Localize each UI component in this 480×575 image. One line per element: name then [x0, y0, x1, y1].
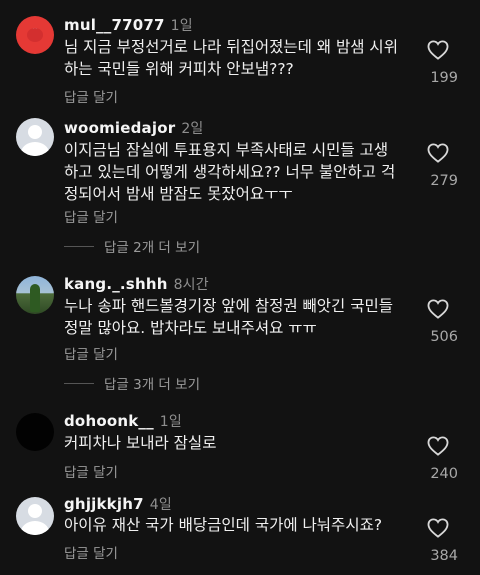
- username-text[interactable]: kang._.shhh: [64, 275, 168, 293]
- comment-text: 님 지금 부정선거로 나라 뒤집어졌는데 왜 밤샘 시위 하는 국민들 위해 커…: [64, 38, 398, 78]
- reply-button[interactable]: 답글 달기: [64, 86, 118, 106]
- comment-username[interactable]: dohoonk__ 1일: [64, 411, 182, 431]
- username-text[interactable]: mul__77077: [64, 16, 165, 34]
- reply-button[interactable]: 답글 달기: [64, 206, 118, 226]
- comment-text: 이지금님 잠실에 투표용지 부족사태로 시민들 고생 하고 있는데 어떻게 생각…: [64, 141, 396, 203]
- heart-icon[interactable]: [427, 436, 449, 456]
- comment-username[interactable]: ghjjkkjh7 4일: [64, 494, 172, 514]
- reply-button[interactable]: 답글 달기: [64, 461, 118, 481]
- reply-button[interactable]: 답글 달기: [64, 542, 118, 562]
- avatar[interactable]: [16, 497, 54, 535]
- comment-time: 2일: [181, 121, 204, 137]
- like-count: 506: [430, 329, 458, 345]
- heart-icon[interactable]: [427, 518, 449, 538]
- comment-time: 4일: [149, 497, 172, 513]
- heart-icon[interactable]: [427, 143, 449, 163]
- divider-line: [64, 245, 94, 247]
- username-text[interactable]: woomiedajor: [64, 119, 175, 137]
- like-count: 240: [430, 466, 458, 482]
- comment-username[interactable]: woomiedajor 2일: [64, 118, 204, 138]
- view-more-replies[interactable]: 답글 3개 더 보기: [64, 373, 200, 393]
- divider-line: [64, 382, 94, 384]
- comment-text: 아이유 재산 국가 배당금인데 국가에 나눠주시죠?: [64, 516, 383, 534]
- view-more-replies-label[interactable]: 답글 2개 더 보기: [104, 236, 200, 256]
- view-more-replies-label[interactable]: 답글 3개 더 보기: [104, 373, 200, 393]
- comment-time: 8시간: [173, 277, 209, 293]
- avatar[interactable]: [16, 118, 54, 156]
- like-count: 279: [430, 173, 458, 189]
- username-text[interactable]: ghjjkkjh7: [64, 495, 144, 513]
- like-group: 506: [418, 299, 458, 345]
- avatar[interactable]: [16, 413, 54, 451]
- like-group: 384: [418, 518, 458, 564]
- heart-icon[interactable]: [427, 299, 449, 319]
- avatar[interactable]: [16, 16, 54, 54]
- like-group: 240: [418, 436, 458, 482]
- comment-time: 1일: [159, 414, 182, 430]
- comment-username[interactable]: mul__77077 1일: [64, 15, 193, 35]
- heart-icon[interactable]: [427, 40, 449, 60]
- like-count: 199: [430, 70, 458, 86]
- like-group: 199: [418, 40, 458, 86]
- view-more-replies[interactable]: 답글 2개 더 보기: [64, 236, 200, 256]
- comment-username[interactable]: kang._.shhh 8시간: [64, 274, 209, 294]
- like-group: 279: [418, 143, 458, 189]
- avatar[interactable]: [16, 276, 54, 314]
- comment-text: 누나 송파 핸드볼경기장 앞에 참정권 빼앗긴 국민들 정말 많아요. 밥차라도…: [64, 297, 394, 337]
- username-text[interactable]: dohoonk__: [64, 412, 154, 430]
- comment-text: 커피차나 보내라 잠실로: [64, 434, 217, 452]
- comment-time: 1일: [170, 18, 193, 34]
- like-count: 384: [430, 548, 458, 564]
- reply-button[interactable]: 답글 달기: [64, 343, 118, 363]
